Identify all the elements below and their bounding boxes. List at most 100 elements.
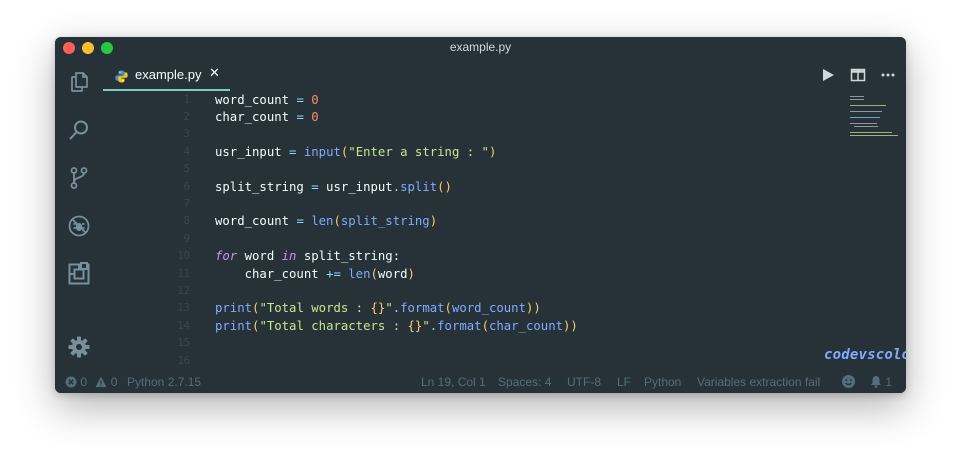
debug-icon[interactable] <box>67 214 91 238</box>
line-number: 8 <box>183 215 190 228</box>
code-line[interactable]: 5 <box>103 161 803 178</box>
line-number: 5 <box>183 163 190 176</box>
status-bar: 0 0 Python 2.7.15 Ln 19, Col 1 Spaces: 4… <box>55 372 906 393</box>
line-number: 6 <box>183 180 190 193</box>
code-editor[interactable]: 1 word_count = 0 2 char_count = 0 3 4 usr_inpu… <box>103 91 906 372</box>
code-token: char_count <box>488 318 564 333</box>
cursor-position[interactable]: Ln 19, Col 1 <box>421 375 486 389</box>
error-icon <box>65 376 77 388</box>
code-token: = <box>296 109 304 124</box>
code-token: {} <box>407 318 423 333</box>
code-line[interactable]: 4 usr_input = input("Enter a string : ") <box>103 144 803 161</box>
line-number: 14 <box>177 319 190 332</box>
code-token: "Enter a string : " <box>348 144 489 159</box>
code-token: = <box>311 179 319 194</box>
tab-close-icon[interactable]: ✕ <box>209 66 220 81</box>
end-of-line[interactable]: LF <box>617 375 631 389</box>
code-token: split_string <box>340 214 430 229</box>
minimap[interactable] <box>850 94 906 136</box>
code-token: = <box>296 214 304 229</box>
code-token: ) <box>488 144 497 159</box>
file-encoding[interactable]: UTF-8 <box>567 375 601 389</box>
bell-icon <box>871 376 881 388</box>
code-line[interactable]: 16 <box>103 353 803 370</box>
code-text: char_count = 0 <box>215 109 319 126</box>
code-token: )) <box>526 301 541 316</box>
code-token: len <box>348 266 371 281</box>
code-line[interactable]: 8 word_count = len(split_string) <box>103 213 803 230</box>
indentation[interactable]: Spaces: 4 <box>498 375 551 389</box>
code-token: 0 <box>311 109 319 124</box>
code-line[interactable]: 14 print("Total characters : {}".format(c… <box>103 318 803 335</box>
line-number: 1 <box>183 93 190 106</box>
code-token: print <box>215 318 253 333</box>
code-line[interactable]: 7 <box>103 196 803 213</box>
code-token: char_count <box>215 109 297 124</box>
run-icon[interactable] <box>820 67 836 83</box>
notifications-indicator[interactable]: 1 <box>870 375 892 389</box>
code-line[interactable]: 11 char_count += len(word) <box>103 266 803 283</box>
code-line[interactable]: 9 <box>103 231 803 248</box>
code-line[interactable]: 10 for word in split_string: <box>103 248 803 265</box>
code-token: print <box>215 301 253 316</box>
python-interpreter[interactable]: Python 2.7.15 <box>127 375 201 389</box>
files-icon[interactable] <box>67 70 91 94</box>
code-text: usr_input = input("Enter a string : ") <box>215 144 496 161</box>
notification-count: 1 <box>885 375 893 389</box>
title-bar: example.py <box>55 37 906 59</box>
code-token: ( <box>444 301 452 316</box>
line-number: 2 <box>183 110 190 123</box>
code-token: ( <box>333 214 341 229</box>
search-icon[interactable] <box>67 118 91 142</box>
source-control-icon[interactable] <box>67 166 91 190</box>
editor-window: example.py example.py ✕ 1 word_count = 0… <box>55 37 906 393</box>
code-line[interactable]: 6 split_string = usr_input.split() <box>103 179 803 196</box>
line-number: 13 <box>177 302 190 315</box>
language-mode[interactable]: Python <box>644 375 681 389</box>
code-token: ( <box>370 266 378 281</box>
code-token: word_count <box>451 301 526 316</box>
code-text: split_string = usr_input.split() <box>215 179 452 196</box>
line-number: 10 <box>177 250 190 263</box>
code-text: print("Total words : {}".format(word_cou… <box>215 300 541 317</box>
line-number: 15 <box>177 337 190 350</box>
code-line[interactable]: 1 word_count = 0 <box>103 92 803 109</box>
code-line[interactable]: 13 print("Total words : {}".format(word_c… <box>103 300 803 317</box>
watermark-text: codevscolor.com <box>824 347 906 363</box>
line-number: 7 <box>183 197 190 210</box>
code-token: () <box>437 179 452 194</box>
code-line[interactable]: 3 <box>103 126 803 143</box>
code-token: ( <box>481 318 489 333</box>
line-number: 3 <box>183 128 190 141</box>
code-text: print("Total characters : {}".format(cha… <box>215 318 578 335</box>
code-text: word_count = 0 <box>215 92 319 109</box>
code-token: for <box>215 249 238 264</box>
problems-indicator[interactable]: 0 0 <box>65 375 117 389</box>
code-token: split_string <box>215 179 312 194</box>
status-message: Variables extraction fail <box>697 375 821 389</box>
code-token: usr_input <box>215 144 290 159</box>
more-actions-icon[interactable] <box>880 67 896 83</box>
warning-count: 0 <box>110 375 118 389</box>
code-token: input <box>303 144 341 159</box>
code-token: len <box>311 214 334 229</box>
feedback-smiley-icon[interactable] <box>841 374 856 392</box>
split-editor-icon[interactable] <box>850 67 866 83</box>
extensions-icon[interactable] <box>67 262 91 286</box>
settings-gear-icon[interactable] <box>67 335 91 359</box>
tab-label: example.py <box>135 67 202 82</box>
tab-bar: example.py ✕ <box>103 59 906 91</box>
window-title: example.py <box>449 40 512 54</box>
code-line[interactable]: 2 char_count = 0 <box>103 109 803 126</box>
code-line[interactable]: 15 <box>103 335 803 352</box>
line-number: 12 <box>177 284 190 297</box>
code-token: split_string: <box>296 249 401 264</box>
python-file-icon <box>115 68 128 83</box>
line-number: 11 <box>177 267 190 280</box>
tab-example-py[interactable]: example.py ✕ <box>103 59 230 91</box>
activity-bar <box>55 59 103 372</box>
code-token: . <box>392 179 401 194</box>
code-token: usr_input <box>318 179 393 194</box>
code-line[interactable]: 12 <box>103 283 803 300</box>
